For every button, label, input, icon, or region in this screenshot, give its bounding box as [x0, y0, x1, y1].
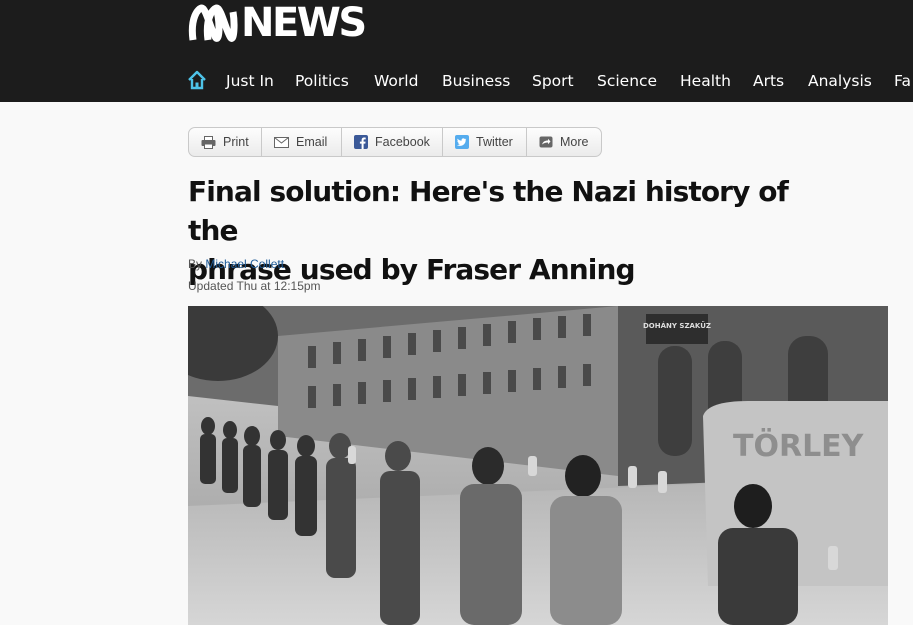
more-button[interactable]: More — [527, 128, 601, 156]
twitter-button[interactable]: Twitter — [443, 128, 527, 156]
nav-arts[interactable]: Arts — [753, 72, 784, 90]
print-icon — [201, 135, 216, 149]
byline: By Michael Collett — [188, 257, 284, 271]
facebook-label: Facebook — [375, 135, 430, 149]
headline-line-1: Final solution: Here's the Nazi history … — [188, 175, 789, 247]
print-button[interactable]: Print — [189, 128, 262, 156]
site-header: NEWS Just In Politics World Business Spo… — [0, 0, 913, 102]
nav-truncated-item[interactable]: Fa — [894, 72, 911, 90]
nav-just-in[interactable]: Just In — [226, 72, 274, 90]
article-headline: Final solution: Here's the Nazi history … — [188, 172, 838, 289]
article-hero-image[interactable]: DOHÁNY SZAKÜZ TÖRLEY — [188, 306, 888, 625]
author-link[interactable]: Michael Collett — [205, 257, 284, 271]
street-scene-illustration: DOHÁNY SZAKÜZ TÖRLEY — [188, 306, 888, 625]
nav-politics[interactable]: Politics — [295, 72, 349, 90]
updated-timestamp: Updated Thu at 12:15pm — [188, 279, 321, 293]
main-nav: Just In Politics World Business Sport Sc… — [0, 62, 913, 100]
shop-sign-text: DOHÁNY SZAKÜZ — [643, 321, 711, 330]
nav-business[interactable]: Business — [442, 72, 510, 90]
nav-sport[interactable]: Sport — [532, 72, 574, 90]
abc-news-logo[interactable]: NEWS — [186, 0, 367, 46]
twitter-icon — [455, 135, 469, 149]
nav-world[interactable]: World — [374, 72, 418, 90]
email-label: Email — [296, 135, 328, 149]
more-label: More — [560, 135, 589, 149]
abc-logo-icon — [188, 4, 238, 42]
facebook-icon — [354, 135, 368, 149]
print-label: Print — [223, 135, 249, 149]
truck-sign-text: TÖRLEY — [733, 427, 865, 464]
byline-prefix: By — [188, 257, 203, 271]
facebook-button[interactable]: Facebook — [342, 128, 443, 156]
twitter-label: Twitter — [476, 135, 513, 149]
share-more-icon — [539, 136, 553, 148]
email-icon — [274, 136, 289, 148]
logo-news-text: NEWS — [241, 0, 367, 46]
nav-analysis[interactable]: Analysis — [808, 72, 872, 90]
share-toolbar: Print Email Facebook Twitter More — [188, 127, 602, 157]
nav-science[interactable]: Science — [597, 72, 657, 90]
nav-health[interactable]: Health — [680, 72, 731, 90]
home-icon[interactable] — [187, 70, 207, 90]
email-button[interactable]: Email — [262, 128, 342, 156]
